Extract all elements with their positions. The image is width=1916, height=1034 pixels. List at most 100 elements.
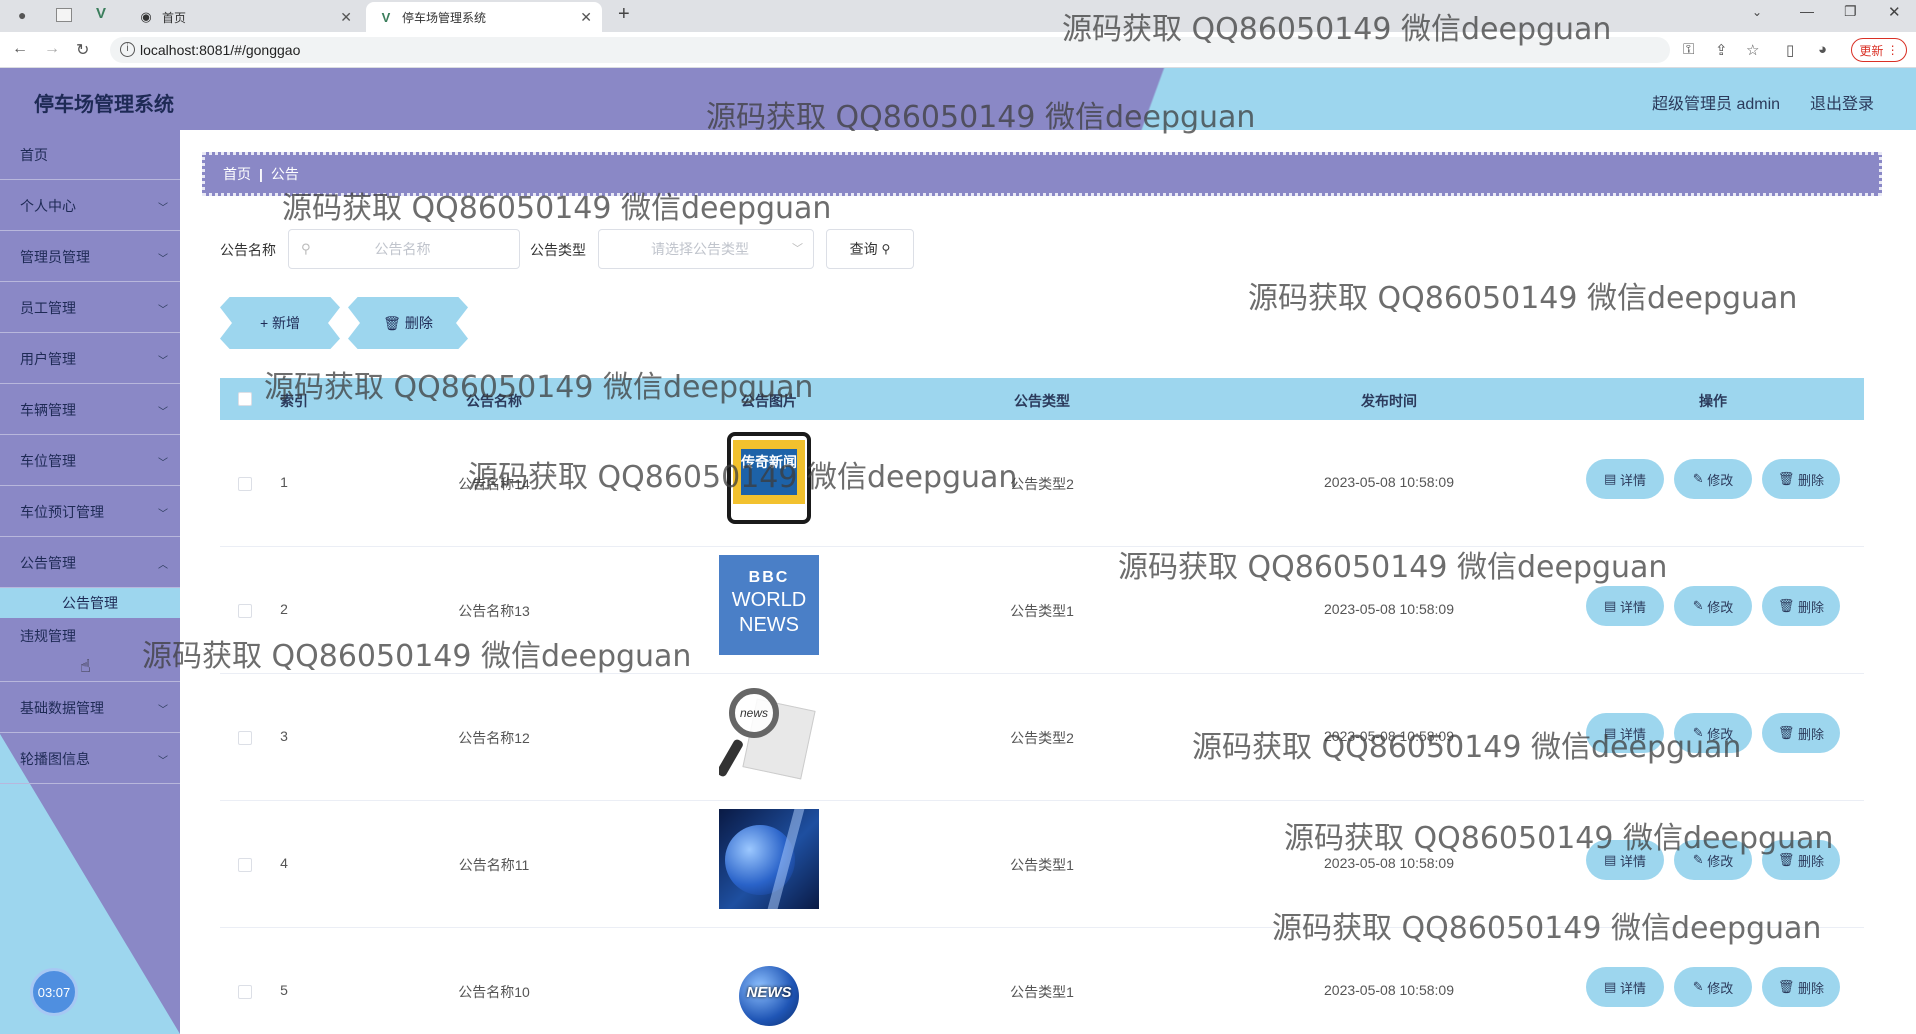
edit-button[interactable]: ✎ 修改 xyxy=(1674,586,1752,626)
url-text: localhost:8081/#/gonggao xyxy=(140,42,301,58)
select-all-checkbox[interactable] xyxy=(238,392,252,406)
url-field[interactable]: i localhost:8081/#/gonggao xyxy=(110,37,1670,63)
logout-link[interactable]: 退出登录 xyxy=(1810,90,1874,114)
notice-image[interactable]: 传奇新闻 xyxy=(719,428,819,528)
sidebar-item-spaces[interactable]: 车位管理 ﹀ xyxy=(0,436,180,486)
edit-label: 修改 xyxy=(1707,599,1734,615)
table-row: 1 公告名称14 传奇新闻 公告类型2 2023-05-08 10:58:09 … xyxy=(220,420,1864,547)
sidebar-item-label: 用户管理 xyxy=(20,350,76,367)
sidebar-item-label: 管理员管理 xyxy=(20,248,90,265)
col-type: 公告类型 xyxy=(1014,393,1070,409)
breadcrumb-current: 公告 xyxy=(270,166,299,182)
notice-image[interactable]: news xyxy=(719,682,819,782)
sidebar-item-base-data[interactable]: 基础数据管理 ﹀ xyxy=(0,683,180,733)
share-icon[interactable]: ⇪ xyxy=(1715,41,1728,59)
row-name: 公告名称10 xyxy=(458,984,530,1000)
vue-logo-icon[interactable]: V xyxy=(96,5,106,22)
restore-icon[interactable]: ❐ xyxy=(1844,3,1857,20)
row-checkbox[interactable] xyxy=(238,858,252,872)
row-type: 公告类型1 xyxy=(1010,603,1074,619)
minimize-icon[interactable]: — xyxy=(1800,3,1814,19)
batch-delete-button[interactable]: 🗑 删除 xyxy=(348,297,468,349)
forward-icon[interactable]: → xyxy=(44,40,60,58)
new-tab-icon[interactable]: + xyxy=(618,3,630,26)
back-icon[interactable]: ← xyxy=(12,40,28,58)
row-type: 公告类型1 xyxy=(1010,984,1074,1000)
close-icon[interactable]: ✕ xyxy=(340,9,352,26)
sidebar-item-profile[interactable]: 个人中心 ﹀ xyxy=(0,181,180,231)
detail-label: 详情 xyxy=(1619,980,1646,996)
tab-parking-label: 停车场管理系统 xyxy=(402,10,487,25)
chevron-down-icon: ﹀ xyxy=(158,305,168,316)
row-checkbox[interactable] xyxy=(238,985,252,999)
tab-search-icon[interactable]: ⌄ xyxy=(1752,5,1762,19)
trash-icon: 🗑 xyxy=(1777,725,1799,740)
delete-button[interactable]: 🗑 删除 xyxy=(1762,713,1840,753)
update-button[interactable]: 更新 ⋮ xyxy=(1851,38,1907,62)
row-checkbox[interactable] xyxy=(238,604,252,618)
trash-icon: 🗑 xyxy=(1777,471,1799,486)
edit-button[interactable]: ✎ 修改 xyxy=(1674,840,1752,880)
sidebar-item-label: 车位预订管理 xyxy=(20,503,104,520)
sidebar-subitem-notices[interactable]: 公告管理 xyxy=(0,588,180,618)
edit-button[interactable]: ✎ 修改 xyxy=(1674,459,1752,499)
tab-parking[interactable]: V 停车场管理系统 ✕ xyxy=(366,2,602,32)
detail-button[interactable]: ▤ 详情 xyxy=(1586,586,1664,626)
sidebar-item-staff[interactable]: 员工管理 ﹀ xyxy=(0,283,180,333)
notice-image[interactable]: BBC WORLD NEWS xyxy=(719,555,819,655)
sidebar-item-vehicles[interactable]: 车辆管理 ﹀ xyxy=(0,385,180,435)
tab-home[interactable]: ◉ 首页 ✕ xyxy=(126,2,362,32)
delete-button[interactable]: 🗑 删除 xyxy=(1762,967,1840,1007)
delete-button[interactable]: 🗑 删除 xyxy=(1762,459,1840,499)
close-window-icon[interactable]: ✕ xyxy=(1888,3,1901,21)
row-checkbox[interactable] xyxy=(238,477,252,491)
add-button[interactable]: + 新增 xyxy=(220,297,340,349)
col-name: 公告名称 xyxy=(466,393,522,409)
sidebar-item-users[interactable]: 用户管理 ﹀ xyxy=(0,334,180,384)
delete-label: 删除 xyxy=(404,315,433,331)
breadcrumb-home[interactable]: 首页 xyxy=(223,164,251,184)
account-icon[interactable]: ◕ xyxy=(1818,41,1827,58)
delete-label: 删除 xyxy=(1798,980,1825,996)
row-time: 2023-05-08 10:58:09 xyxy=(1324,601,1454,617)
sidebar-item-home[interactable]: 首页 xyxy=(0,130,180,180)
image-caption: 传奇新闻 xyxy=(741,449,797,495)
sidebar-item-carousel[interactable]: 轮播图信息 ﹀ xyxy=(0,734,180,784)
search-type-select[interactable]: 请选择公告类型 ﹀ xyxy=(598,229,814,269)
search-name-label: 公告名称 xyxy=(220,242,276,258)
delete-button[interactable]: 🗑 删除 xyxy=(1762,586,1840,626)
key-icon[interactable]: ⚿ xyxy=(1683,41,1694,58)
reload-icon[interactable]: ↻ xyxy=(76,40,89,60)
row-checkbox[interactable] xyxy=(238,731,252,745)
sidebar-item-reservations[interactable]: 车位预订管理 ﹀ xyxy=(0,487,180,537)
edit-label: 修改 xyxy=(1707,980,1734,996)
detail-button[interactable]: ▤ 详情 xyxy=(1586,840,1664,880)
sidebar-item-notices[interactable]: 公告管理 ︿ xyxy=(0,538,180,588)
detail-icon: ▤ xyxy=(1604,979,1620,994)
notice-image[interactable] xyxy=(719,809,819,909)
search-name-input[interactable]: ⚲ 公告名称 xyxy=(288,229,520,269)
edit-icon: ✎ xyxy=(1692,979,1708,994)
search-icon: ⚲ xyxy=(301,241,311,256)
sidepanel-icon[interactable]: ▯ xyxy=(1786,41,1794,59)
edit-button[interactable]: ✎ 修改 xyxy=(1674,713,1752,753)
notice-image[interactable]: NEWS xyxy=(719,936,819,1034)
tab-thumbnail-icon[interactable] xyxy=(56,8,72,22)
edit-button[interactable]: ✎ 修改 xyxy=(1674,967,1752,1007)
close-icon[interactable]: ✕ xyxy=(580,9,592,26)
row-index: 3 xyxy=(280,728,288,744)
delete-button[interactable]: 🗑 删除 xyxy=(1762,840,1840,880)
detail-button[interactable]: ▤ 详情 xyxy=(1586,967,1664,1007)
query-button[interactable]: 查询 ⚲ xyxy=(826,229,914,269)
sidebar-item-label: 车辆管理 xyxy=(20,401,76,418)
sidebar-item-label: 个人中心 xyxy=(20,197,76,214)
chevron-down-icon: ﹀ xyxy=(158,705,168,716)
row-index: 1 xyxy=(280,474,288,490)
browser-tabstrip: ● V ◉ 首页 ✕ V 停车场管理系统 ✕ + ⌄ — ❐ ✕ xyxy=(0,0,1916,32)
detail-button[interactable]: ▤ 详情 xyxy=(1586,713,1664,753)
star-icon[interactable]: ☆ xyxy=(1746,41,1759,59)
detail-button[interactable]: ▤ 详情 xyxy=(1586,459,1664,499)
sidebar-item-admins[interactable]: 管理员管理 ﹀ xyxy=(0,232,180,282)
profile-icon[interactable]: ● xyxy=(18,7,26,23)
sidebar-item-label: 员工管理 xyxy=(20,299,76,316)
